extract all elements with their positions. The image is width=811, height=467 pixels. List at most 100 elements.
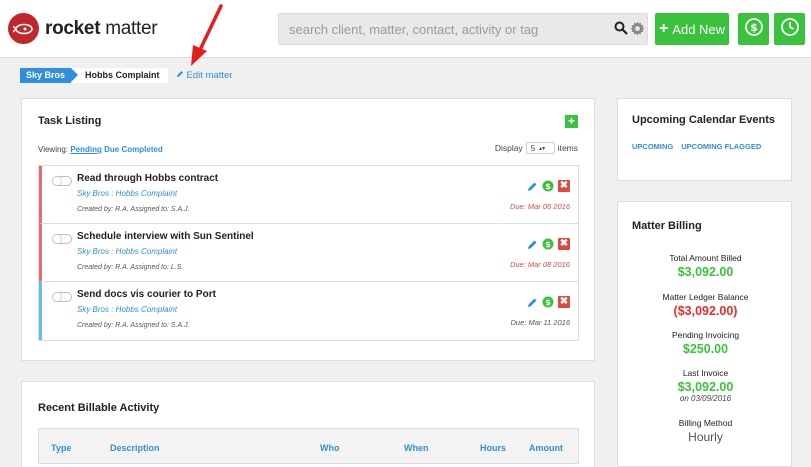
- clock-icon: [780, 17, 800, 42]
- billing-method-label: Billing Method: [678, 418, 733, 428]
- svg-text:$: $: [545, 240, 551, 249]
- total-billed-value: $3,092.00: [677, 265, 734, 279]
- viewing-label: Viewing:: [38, 145, 69, 154]
- edit-matter-label: Edit matter: [186, 70, 233, 81]
- task-matter-link[interactable]: Sky Bros : Hobbs Complaint: [77, 305, 177, 314]
- filter-completed[interactable]: Completed: [121, 145, 162, 154]
- task-title[interactable]: Send docs vis courier to Port: [77, 289, 216, 300]
- items-label: items: [557, 143, 578, 153]
- calendar-links: UPCOMING UPCOMING FLAGGED: [632, 142, 761, 151]
- display-label: Display: [494, 143, 523, 153]
- dollar-icon[interactable]: $: [542, 180, 554, 192]
- pencil-icon[interactable]: [526, 238, 538, 250]
- task-title[interactable]: Schedule interview with Sun Sentinel: [77, 231, 254, 242]
- breadcrumb-matter[interactable]: Hobbs Complaint: [71, 68, 168, 83]
- task-complete-toggle[interactable]: [52, 234, 72, 244]
- filter-due[interactable]: Due: [104, 145, 119, 154]
- upcoming-link[interactable]: UPCOMING: [632, 142, 673, 151]
- filter-pending[interactable]: Pending: [70, 145, 102, 154]
- display-count-value: 5: [530, 143, 536, 153]
- pencil-icon[interactable]: [526, 180, 538, 192]
- ledger-balance: Matter Ledger Balance ($3,092.00): [618, 292, 793, 318]
- add-new-label: Add New: [672, 21, 726, 37]
- calendar-title: Upcoming Calendar Events: [632, 114, 776, 126]
- total-billed: Total Amount Billed $3,092.00: [618, 253, 793, 279]
- column-header-amount[interactable]: Amount: [529, 443, 563, 453]
- task-listing-title: Task Listing: [38, 115, 102, 127]
- breadcrumb: Sky Bros Hobbs Complaint Edit matter: [20, 68, 232, 83]
- task-matter-link[interactable]: Sky Bros : Hobbs Complaint: [77, 247, 177, 256]
- logo-wordmark: rocket matter: [45, 17, 158, 39]
- task-item[interactable]: Read through Hobbs contract Sky Bros : H…: [39, 166, 578, 224]
- task-meta: Created by: R.A. Assigned to: L.S.: [77, 264, 184, 271]
- billable-activity-panel: Recent Billable Activity Type Descriptio…: [21, 381, 595, 467]
- ledger-balance-label: Matter Ledger Balance: [662, 292, 749, 302]
- task-due-date: Due: Mar 08 2016: [509, 260, 570, 269]
- annotation-arrow: [191, 4, 223, 66]
- edit-matter-link[interactable]: Edit matter: [176, 70, 233, 81]
- task-due-date: Due: Mar 06 2016: [509, 202, 570, 211]
- search-input[interactable]: [279, 14, 589, 44]
- task-item[interactable]: Schedule interview with Sun Sentinel Sky…: [39, 224, 578, 282]
- breadcrumb-client[interactable]: Sky Bros: [20, 68, 79, 83]
- delete-icon[interactable]: ✖: [558, 296, 570, 308]
- plus-icon: +: [658, 20, 669, 37]
- column-header-hours[interactable]: Hours: [480, 443, 506, 453]
- delete-icon[interactable]: ✖: [558, 180, 570, 192]
- top-header: rocket matter + Add New $: [0, 0, 811, 58]
- pending-invoicing: Pending Invoicing $250.00: [618, 330, 793, 356]
- column-header-when[interactable]: When: [404, 443, 429, 453]
- column-header-who[interactable]: Who: [320, 443, 340, 453]
- svg-text:$: $: [750, 21, 758, 34]
- rocket-matter-logo[interactable]: rocket matter: [8, 13, 158, 44]
- svg-text:$: $: [545, 298, 551, 307]
- task-meta: Created by: R.A. Assigned to: S.A.J.: [77, 206, 190, 213]
- dollar-icon[interactable]: $: [542, 296, 554, 308]
- billable-activity-title: Recent Billable Activity: [38, 402, 160, 414]
- delete-icon[interactable]: ✖: [558, 238, 570, 250]
- column-header-type[interactable]: Type: [51, 443, 71, 453]
- timer-button[interactable]: [774, 13, 805, 45]
- task-matter-link[interactable]: Sky Bros : Hobbs Complaint: [77, 189, 177, 198]
- add-task-button[interactable]: +: [565, 115, 578, 128]
- column-header-description[interactable]: Description: [110, 443, 160, 453]
- display-count-select[interactable]: 5 ▴▾: [525, 142, 555, 154]
- task-due-date: Due: Mar 11 2016: [510, 318, 570, 327]
- calendar-events-panel: Upcoming Calendar Events UPCOMING UPCOMI…: [617, 98, 792, 181]
- task-meta: Created by: R.A. Assigned to: S.A.J.: [77, 322, 190, 329]
- svg-text:$: $: [545, 182, 551, 191]
- last-invoice: Last Invoice $3,092.00 on 03/09/2016: [618, 368, 793, 403]
- add-new-button[interactable]: + Add New: [655, 13, 729, 45]
- matter-billing-title: Matter Billing: [632, 220, 702, 232]
- pending-invoicing-value: $250.00: [682, 342, 729, 356]
- billing-method: Billing Method Hourly: [618, 418, 793, 444]
- task-list: Read through Hobbs contract Sky Bros : H…: [38, 165, 579, 341]
- task-listing-panel: Task Listing + Viewing: Pending Due Comp…: [21, 98, 595, 361]
- search-bar: [278, 13, 648, 45]
- dollar-icon[interactable]: $: [542, 238, 554, 250]
- last-invoice-date: on 03/09/2016: [679, 394, 732, 403]
- task-actions: $ ✖: [526, 180, 570, 192]
- gear-icon[interactable]: [630, 21, 645, 41]
- search-icon[interactable]: [614, 21, 628, 40]
- billable-table-header: Type Description Who When Hours Amount: [38, 428, 579, 464]
- dollar-icon: $: [744, 17, 764, 42]
- viewing-filters: Viewing: Pending Due Completed: [38, 145, 163, 154]
- display-count-control: Display 5 ▴▾ items: [495, 142, 578, 154]
- pending-invoicing-label: Pending Invoicing: [671, 330, 740, 340]
- upcoming-flagged-link[interactable]: UPCOMING FLAGGED: [681, 142, 761, 151]
- last-invoice-value[interactable]: $3,092.00: [618, 380, 793, 394]
- task-item[interactable]: Send docs vis courier to Port Sky Bros :…: [39, 282, 578, 340]
- pencil-icon: [176, 70, 184, 81]
- pencil-icon[interactable]: [526, 296, 538, 308]
- task-complete-toggle[interactable]: [52, 292, 72, 302]
- matter-billing-panel: Matter Billing Total Amount Billed $3,09…: [617, 201, 792, 467]
- billing-button[interactable]: $: [738, 13, 769, 45]
- task-actions: $ ✖: [526, 296, 570, 308]
- last-invoice-label: Last Invoice: [682, 368, 729, 378]
- billing-method-value: Hourly: [688, 430, 723, 444]
- task-actions: $ ✖: [526, 238, 570, 250]
- ledger-balance-value: ($3,092.00): [673, 304, 738, 318]
- task-complete-toggle[interactable]: [52, 176, 72, 186]
- task-title[interactable]: Read through Hobbs contract: [77, 173, 218, 184]
